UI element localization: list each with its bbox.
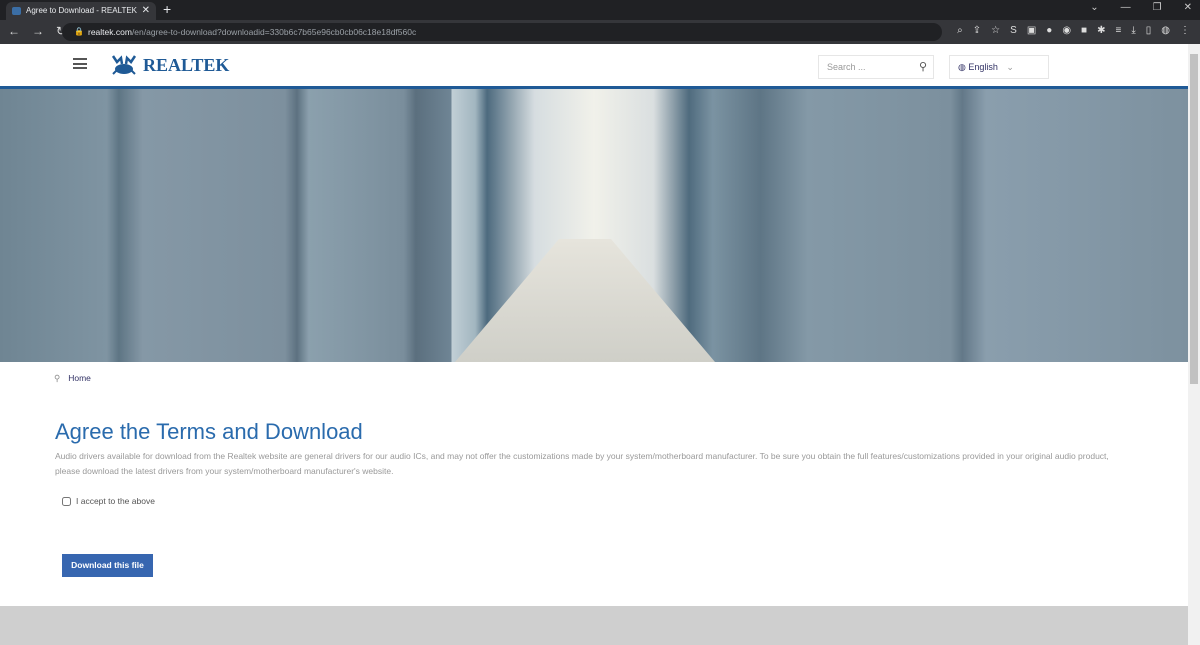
realtek-favicon-icon (12, 7, 21, 15)
footer (0, 606, 1188, 645)
forward-icon[interactable]: → (32, 24, 44, 38)
chevron-down-icon: ⌄ (1006, 62, 1014, 72)
side-panel-icon[interactable]: ▯ (1146, 25, 1152, 36)
accept-checkbox[interactable] (62, 497, 71, 506)
search-placeholder: Search ... (827, 62, 866, 72)
page-title: Agree the Terms and Download (55, 419, 363, 445)
terms-description: Audio drivers available for download fro… (55, 449, 1125, 479)
tab-title: Agree to Download - REALTEK (26, 6, 137, 15)
hero-banner-image (0, 89, 1188, 362)
extension-s-icon[interactable]: S (1010, 25, 1017, 36)
extension-icon[interactable]: ▣ (1027, 25, 1036, 36)
accept-terms[interactable]: I accept to the above (62, 496, 155, 506)
close-window-icon[interactable]: ✕ (1184, 2, 1192, 13)
search-input[interactable]: Search ... ⚲ (818, 55, 934, 79)
web-page: REALTEK Search ... ⚲ ◍ English ⌄ ⚲ Home Ag… (0, 44, 1188, 645)
lock-icon: 🔒 (74, 23, 84, 41)
new-tab-icon[interactable]: + (163, 1, 171, 17)
language-label: English (968, 62, 998, 72)
puzzle-extensions-icon[interactable]: ✱ (1097, 25, 1105, 36)
browser-tab[interactable]: Agree to Download - REALTEK ✕ (6, 2, 156, 20)
extension-chat-icon[interactable]: ◉ (1062, 25, 1071, 36)
search-icon[interactable]: ⚲ (919, 60, 927, 73)
download-icon[interactable]: ⤓ (1131, 25, 1135, 36)
reading-list-icon[interactable]: ≡ (1115, 25, 1121, 36)
url-domain: realtek.com (88, 27, 132, 37)
share-icon[interactable]: ⇪ (973, 25, 981, 36)
menu-kebab-icon[interactable]: ⋮ (1180, 25, 1190, 36)
url-path: /en/agree-to-download?downloadid=330b6c7… (132, 27, 416, 37)
close-tab-icon[interactable]: ✕ (142, 2, 150, 20)
hamburger-menu-icon[interactable] (73, 58, 87, 69)
adblock-icon[interactable]: ● (1046, 25, 1052, 36)
logo-text: REALTEK (143, 55, 229, 76)
globe-icon: ◍ (958, 62, 966, 72)
realtek-logo[interactable]: REALTEK (110, 54, 229, 76)
language-selector[interactable]: ◍ English ⌄ (949, 55, 1049, 79)
browser-tab-bar: Agree to Download - REALTEK ✕ + ⌄ — ❐ ✕ (0, 0, 1200, 20)
restore-icon[interactable]: ❐ (1153, 2, 1162, 13)
bookmark-star-icon[interactable]: ☆ (991, 25, 1000, 36)
tab-search-icon[interactable]: ⌄ (1090, 2, 1098, 13)
scrollbar[interactable] (1188, 44, 1200, 645)
zoom-icon[interactable]: ⌕ (957, 25, 963, 36)
accept-label: I accept to the above (76, 496, 155, 506)
breadcrumb-home-link[interactable]: Home (68, 373, 91, 383)
minimize-icon[interactable]: — (1121, 2, 1131, 13)
map-pin-icon: ⚲ (54, 373, 60, 383)
url-input[interactable]: 🔒 realtek.com/en/agree-to-download?downlo… (62, 23, 942, 41)
profile-avatar-icon[interactable]: ◍ (1161, 25, 1170, 36)
site-header: REALTEK Search ... ⚲ ◍ English ⌄ (0, 44, 1188, 89)
hero-corridor-floor (455, 239, 715, 362)
back-icon[interactable]: ← (8, 24, 20, 38)
crab-logo-icon (110, 54, 138, 76)
address-bar-row: ←→↻ 🔒realtek.com/en/agree-to-download?do… (0, 20, 1200, 44)
extension-dark-icon[interactable]: ■ (1081, 25, 1087, 36)
scrollbar-thumb[interactable] (1190, 54, 1198, 384)
breadcrumb: ⚲ Home (54, 373, 91, 384)
download-file-button[interactable]: Download this file (62, 554, 153, 577)
